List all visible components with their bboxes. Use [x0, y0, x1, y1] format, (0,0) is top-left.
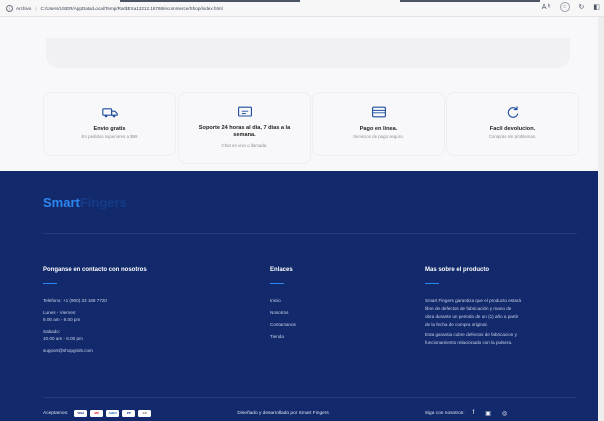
social-links: f ▣ ◎ [473, 410, 508, 417]
support-icon [237, 106, 252, 117]
footer-divider [43, 397, 577, 398]
feature-subtitle: Chat en vivo o llamada. [221, 143, 268, 148]
follow-label: Siga con nosotros: [424, 410, 465, 416]
footer-brand-logo[interactable]: SmartFingers [43, 195, 127, 210]
heading-underline [43, 283, 57, 285]
feature-card: Envio gratis En pedidos superiores a $99 [43, 92, 176, 156]
favorite-star-icon[interactable]: ☆ [559, 2, 570, 12]
address-bar[interactable]: i Archivo | C:/Users/USER/AppData/Local/… [6, 2, 223, 14]
payment-cards: VISA MC AMEX PP CC [74, 409, 152, 417]
contact-weekdays-hours: 9.00 am - 8.00 pm [43, 317, 81, 322]
features-row: Envio gratis En pedidos superiores a $99… [43, 92, 579, 164]
amex-icon: AMEX [106, 409, 120, 417]
about-text-line: de la fecha de compra original. [425, 322, 488, 327]
feature-title: Pago en linea. [359, 126, 398, 132]
browser-toolbar: i Archivo | C:/Users/USER/AppData/Local/… [0, 0, 604, 17]
truck-icon [101, 108, 118, 118]
feature-card: Pago en linea. Servicios de pago seguro. [312, 92, 445, 156]
card-icon [371, 106, 386, 118]
contact-saturday-label: Sabado: [43, 329, 61, 334]
footer-link-inicio[interactable]: Inicio [270, 297, 281, 304]
tab-indicator [120, 0, 300, 2]
contact-phone: Telefono: +1 (900) 33 169 7720 [43, 298, 107, 303]
mastercard-icon: MC [90, 409, 104, 417]
site-footer: SmartFingers Ponganse en contacto con no… [0, 171, 598, 421]
feature-card: Soporte 24 horas al dia, 7 dias a la sem… [178, 92, 311, 164]
page-scrollbar[interactable] [598, 17, 604, 421]
feature-subtitle: Compras sin problemas. [488, 134, 537, 139]
footer-credit: Diseñado y desarrollado por Smart Finger… [237, 410, 329, 416]
address-separator: | [35, 5, 37, 11]
site-info-label: Archivo [16, 5, 32, 11]
links-heading: Enlaces [270, 267, 293, 273]
footer-divider [43, 233, 577, 234]
about-text-line: libre de defectos de fabricación y mano … [425, 306, 512, 311]
visa-icon: VISA [74, 409, 88, 417]
footer-link-tienda[interactable]: Tienda [270, 333, 284, 340]
split-screen-icon[interactable]: ◧ [593, 3, 600, 11]
about-text-line: Esta garantia cubre defectos de fabricac… [425, 332, 517, 337]
twitter-icon[interactable]: ▣ [485, 410, 491, 417]
feature-card: Facil devolucion. Compras sin problemas. [446, 92, 579, 156]
feature-title: Envio gratis [93, 126, 126, 132]
feature-subtitle: En pedidos superiores a $99 [81, 134, 138, 139]
contact-weekdays-label: Lunes - Viernes: [43, 310, 77, 315]
footer-bottom-bar: Aceptamos: VISA MC AMEX PP CC Diseñado y… [43, 407, 577, 419]
instagram-icon[interactable]: ◎ [502, 410, 507, 417]
feature-title: Soporte 24 horas al dia, 7 dias a la sem… [198, 125, 291, 138]
about-text-line: funcionamiento relacionado con la pulser… [425, 340, 513, 345]
feature-subtitle: Servicios de pago seguro. [353, 134, 404, 139]
read-aloud-icon[interactable]: A ʰ [542, 4, 551, 11]
info-icon[interactable]: i [6, 4, 13, 12]
heading-underline [425, 283, 439, 285]
feature-title: Facil devolucion. [489, 126, 536, 132]
contact-saturday-hours: 10.00 am - 6.00 pm [43, 336, 83, 341]
sync-icon[interactable]: ↻ [579, 3, 585, 11]
footer-link-nosotros[interactable]: Nosotros [270, 309, 288, 316]
url-text[interactable]: C:/Users/USER/AppData/Local/Temp/Rar$EXa… [41, 6, 223, 11]
footer-link-contactanos[interactable]: Contactanos [270, 321, 296, 328]
facebook-icon[interactable]: f [473, 410, 475, 416]
paypal-icon: PP [122, 409, 136, 417]
about-text-line: obra durante un periodo de un (1) año a … [425, 314, 519, 319]
credit-card-icon: CC [138, 409, 152, 417]
contact-heading: Ponganse en contacto con nosotros [43, 267, 147, 273]
heading-underline [270, 283, 284, 285]
about-heading: Mas sobre el producto [425, 267, 490, 273]
hero-card-bottom [46, 38, 570, 68]
tab-indicator [400, 0, 540, 2]
refresh-icon [507, 106, 518, 118]
accept-label: Aceptamos: [43, 410, 69, 416]
contact-email-link[interactable]: support@shopgrids.com [43, 347, 93, 354]
about-text-line: Smart Fingers garantiza que el producto … [425, 298, 522, 303]
